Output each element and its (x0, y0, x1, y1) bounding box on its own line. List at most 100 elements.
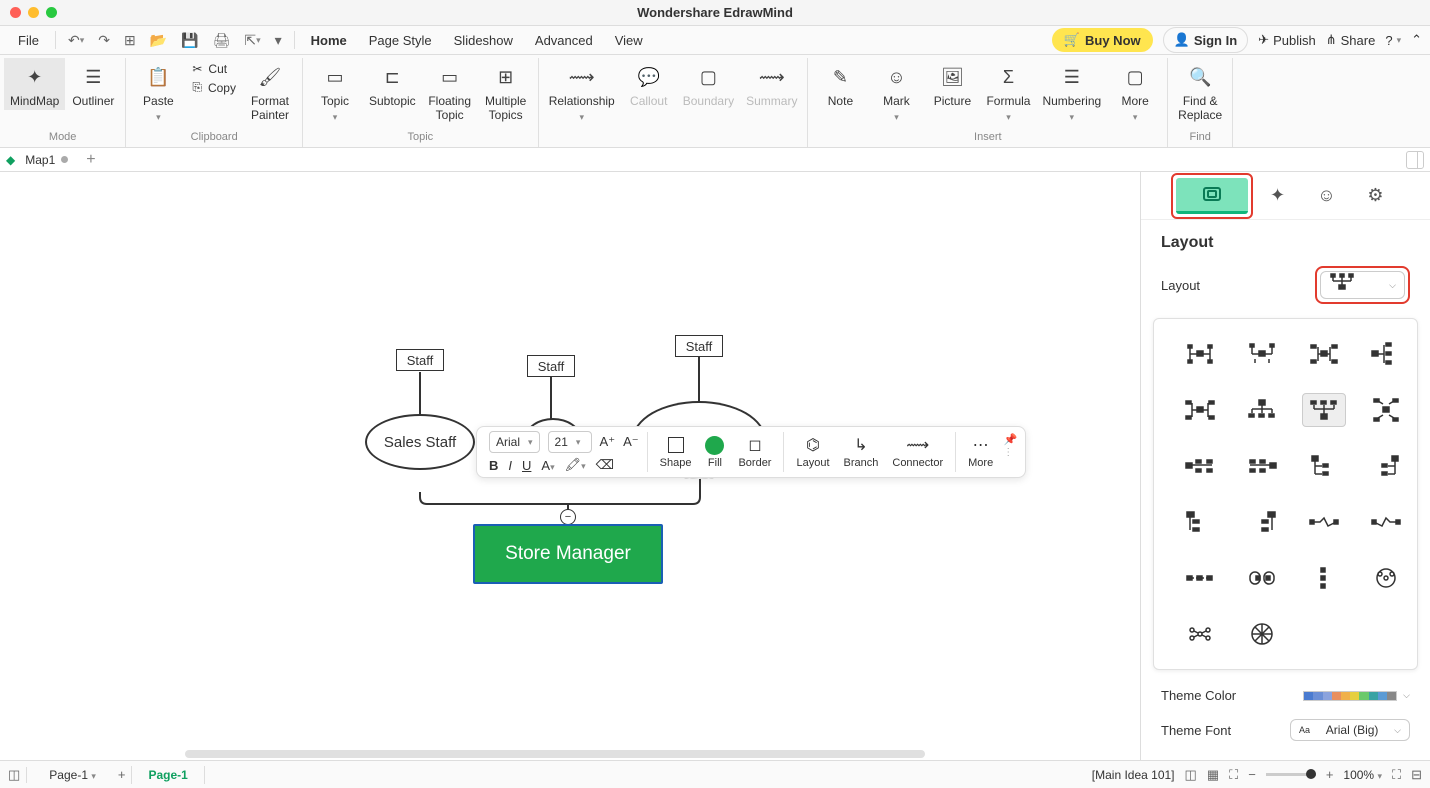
collapse-ribbon-button[interactable]: ⌃ (1411, 32, 1422, 48)
tab-home[interactable]: Home (301, 29, 357, 52)
page-tab-active[interactable]: Page-1 (131, 766, 204, 784)
zoom-slider[interactable] (1266, 773, 1316, 776)
cut-button[interactable]: ✂ Cut (192, 62, 236, 76)
layout-option-10[interactable] (1240, 449, 1284, 483)
border-button[interactable]: ◻Border (734, 433, 775, 471)
layout-option-4[interactable] (1364, 337, 1408, 371)
tab-view[interactable]: View (605, 29, 653, 52)
formula-button[interactable]: ΣFormula▾ (980, 58, 1036, 125)
minimize-window-button[interactable] (28, 7, 39, 18)
tab-slideshow[interactable]: Slideshow (444, 29, 523, 52)
collapse-toggle[interactable]: − (560, 509, 576, 525)
fill-button[interactable]: Fill (701, 433, 728, 471)
buy-now-button[interactable]: 🛒 Buy Now (1052, 28, 1153, 52)
fullscreen-button[interactable]: ⛶ (1392, 767, 1401, 783)
sidebar-toggle-button[interactable]: ◫ (8, 767, 20, 783)
undo-button[interactable]: ↶ ▾ (62, 28, 90, 53)
add-page-button[interactable]: + (118, 767, 126, 782)
layout-option-15[interactable] (1302, 505, 1346, 539)
node-store-manager[interactable]: Store Manager (473, 524, 663, 584)
share-button[interactable]: ⋔ Share (1326, 32, 1376, 48)
layout-option-20[interactable] (1364, 561, 1408, 595)
font-size-select[interactable]: 21 ▾ (548, 431, 592, 453)
numbering-button[interactable]: ☰Numbering▾ (1036, 58, 1107, 125)
zoom-out-button[interactable]: − (1248, 767, 1256, 782)
layout-option-16[interactable] (1364, 505, 1408, 539)
copy-button[interactable]: ⎘ Copy (192, 80, 236, 95)
multiple-topics-button[interactable]: ⊞Multiple Topics (478, 58, 534, 125)
pin-icon[interactable]: 📌 (1004, 433, 1018, 446)
outliner-mode-button[interactable]: ☰Outliner (65, 58, 121, 110)
sign-in-button[interactable]: 👤 Sign In (1163, 27, 1249, 53)
layout-option-19[interactable] (1302, 561, 1346, 595)
paste-button[interactable]: 📋Paste▾ (130, 58, 186, 125)
layout-panel-tab[interactable] (1176, 178, 1248, 214)
branch-button[interactable]: ↳Branch (840, 433, 883, 471)
mindmap-mode-button[interactable]: ✦MindMap (4, 58, 65, 110)
emoji-panel-tab[interactable]: ☺ (1302, 178, 1351, 214)
layout-option-1[interactable] (1178, 337, 1222, 371)
view-mode-2[interactable]: ▦ (1207, 767, 1219, 783)
zoom-in-button[interactable]: + (1326, 767, 1334, 782)
note-button[interactable]: ✎Note (812, 58, 868, 110)
node-staff-1[interactable]: Staff (396, 349, 444, 371)
style-panel-tab[interactable]: ✦ (1253, 178, 1302, 214)
layout-option-5[interactable] (1178, 393, 1222, 427)
page-selector[interactable]: Page-1 ▾ (33, 766, 112, 784)
zoom-value[interactable]: 100% ▾ (1343, 768, 1382, 782)
add-tab-button[interactable]: + (86, 151, 95, 169)
fit-screen-button[interactable]: ⛶ (1229, 767, 1238, 783)
find-replace-button[interactable]: 🔍Find & Replace (1172, 58, 1228, 125)
format-painter-button[interactable]: 🖌Format Painter (242, 58, 298, 125)
shape-button[interactable]: Shape (656, 433, 696, 471)
picture-button[interactable]: 🖼Picture (924, 58, 980, 110)
layout-option-13[interactable] (1178, 505, 1222, 539)
layout-option-18[interactable] (1240, 561, 1284, 595)
clear-format-button[interactable]: ⌫ (596, 457, 614, 473)
maximize-window-button[interactable] (46, 7, 57, 18)
node-staff-3[interactable]: Staff (675, 335, 723, 357)
qat-dropdown[interactable]: ▾ (269, 28, 288, 53)
topic-button[interactable]: ▭Topic▾ (307, 58, 363, 125)
increase-font-button[interactable]: A⁺ (600, 434, 616, 450)
layout-option-6[interactable] (1240, 393, 1284, 427)
node-staff-2[interactable]: Staff (527, 355, 575, 377)
layout-option-9[interactable] (1178, 449, 1222, 483)
new-button[interactable]: ⊞ (118, 28, 142, 53)
more-ft-button[interactable]: ⋯More (964, 433, 997, 471)
layout-option-8[interactable] (1364, 393, 1408, 427)
tab-advanced[interactable]: Advanced (525, 29, 603, 52)
canvas-h-scrollbar[interactable] (185, 750, 925, 758)
layout-option-2[interactable] (1240, 337, 1284, 371)
more-insert-button[interactable]: ▢More▾ (1107, 58, 1163, 125)
tab-page-style[interactable]: Page Style (359, 29, 442, 52)
bold-button[interactable]: B (489, 458, 498, 473)
connector-button[interactable]: ⟿Connector (888, 433, 947, 471)
export-button[interactable]: ⇱ ▾ (238, 28, 266, 53)
mark-button[interactable]: ☺Mark▾ (868, 58, 924, 125)
redo-button[interactable]: ↷ (92, 28, 116, 53)
floating-topic-button[interactable]: ▭Floating Topic (422, 58, 478, 125)
underline-button[interactable]: U (522, 458, 531, 473)
decrease-font-button[interactable]: A⁻ (623, 434, 639, 450)
panel-toggle-button[interactable] (1406, 151, 1424, 169)
summary-button[interactable]: ⟿Summary (740, 58, 803, 110)
callout-button[interactable]: 💬Callout (621, 58, 677, 110)
theme-font-select[interactable]: Aa Arial (Big) ⌵ (1290, 719, 1410, 741)
layout-option-12[interactable] (1364, 449, 1408, 483)
settings-panel-tab[interactable]: ⚙ (1351, 178, 1400, 214)
layout-option-11[interactable] (1302, 449, 1346, 483)
italic-button[interactable]: I (508, 458, 512, 473)
theme-color-dropdown[interactable]: ⌵ (1403, 690, 1410, 701)
layout-option-14[interactable] (1240, 505, 1284, 539)
theme-color-swatches[interactable] (1303, 691, 1397, 701)
layout-option-21[interactable] (1178, 617, 1222, 651)
layout-ft-button[interactable]: ⌬Layout (792, 433, 833, 471)
close-window-button[interactable] (10, 7, 21, 18)
node-sales-staff[interactable]: Sales Staff (365, 414, 475, 470)
collapse-panel-button[interactable]: ⊟ (1411, 767, 1422, 783)
font-family-select[interactable]: Arial ▾ (489, 431, 540, 453)
layout-option-22[interactable] (1240, 617, 1284, 651)
print-button[interactable]: 🖨 (207, 28, 237, 53)
canvas[interactable]: Staff Staff Staff Sales Staff − Store Ma… (0, 172, 1140, 760)
